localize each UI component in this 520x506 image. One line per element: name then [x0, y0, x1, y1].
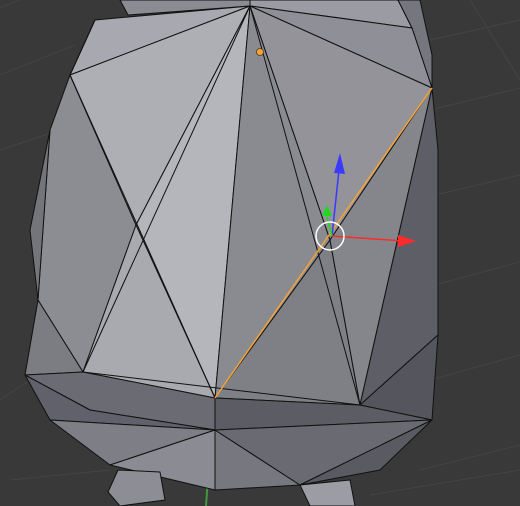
- 3d-viewport[interactable]: [0, 0, 520, 506]
- selected-vertex[interactable]: [256, 48, 264, 56]
- mesh-object[interactable]: [24, 0, 439, 506]
- scene-canvas[interactable]: [0, 0, 520, 506]
- mesh-face: [107, 469, 166, 506]
- mesh-face: [299, 479, 356, 506]
